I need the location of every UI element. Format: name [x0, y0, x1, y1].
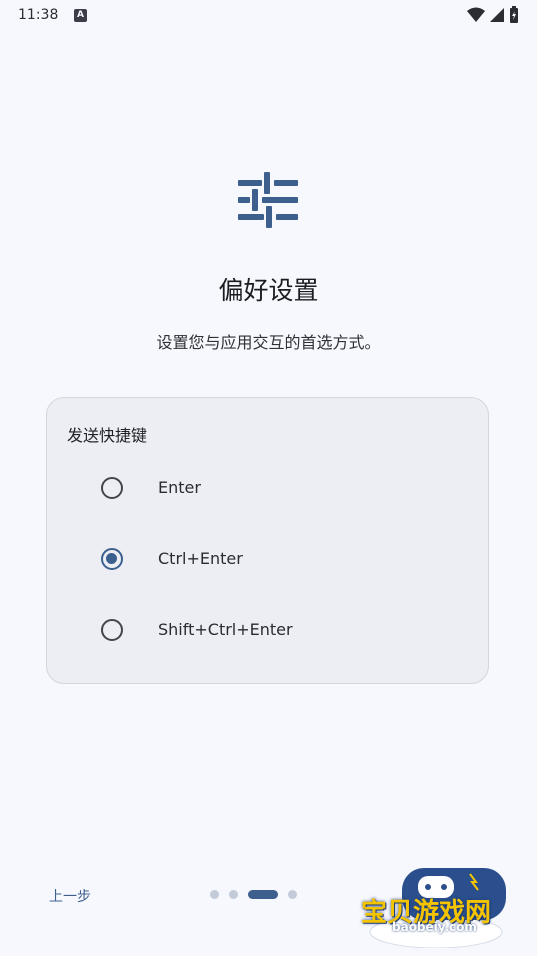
- card-title: 发送快捷键: [67, 426, 148, 445]
- option-ctrl-enter[interactable]: Ctrl+Enter: [47, 531, 488, 587]
- page-title: 偏好设置: [218, 276, 319, 305]
- page-dot-active: [248, 890, 278, 899]
- page-dot: [210, 890, 219, 899]
- system-icons: [467, 6, 519, 24]
- page-subtitle: 设置您与应用交互的首选方式。: [156, 333, 381, 352]
- back-button[interactable]: 上一步: [49, 886, 91, 906]
- wifi-icon: [467, 7, 485, 22]
- signal-icon: [490, 8, 504, 22]
- option-label: Shift+Ctrl+Enter: [158, 620, 293, 639]
- watermark-url: baobeiy.com: [392, 920, 477, 934]
- option-enter[interactable]: Enter: [47, 460, 488, 516]
- tune-settings-icon: [238, 172, 298, 228]
- send-shortcut-card: 发送快捷键 Enter Ctrl+Enter Shift+Ctrl+Enter: [46, 397, 489, 684]
- option-label: Ctrl+Enter: [158, 549, 243, 568]
- page-dot: [288, 890, 297, 899]
- radio-button-selected[interactable]: [101, 548, 123, 570]
- status-time: 11:38: [18, 7, 59, 23]
- watermark: 宝贝游戏网 baobeiy.com: [358, 862, 508, 948]
- page-indicator: [210, 890, 297, 899]
- battery-charging-icon: [510, 6, 518, 23]
- radio-button[interactable]: [101, 619, 123, 641]
- notification-a-icon: A: [74, 9, 87, 22]
- status-bar: 11:38 A: [0, 0, 537, 32]
- page-dot: [229, 890, 238, 899]
- option-label: Enter: [158, 478, 201, 497]
- radio-button[interactable]: [101, 477, 123, 499]
- option-shift-ctrl-enter[interactable]: Shift+Ctrl+Enter: [47, 602, 488, 658]
